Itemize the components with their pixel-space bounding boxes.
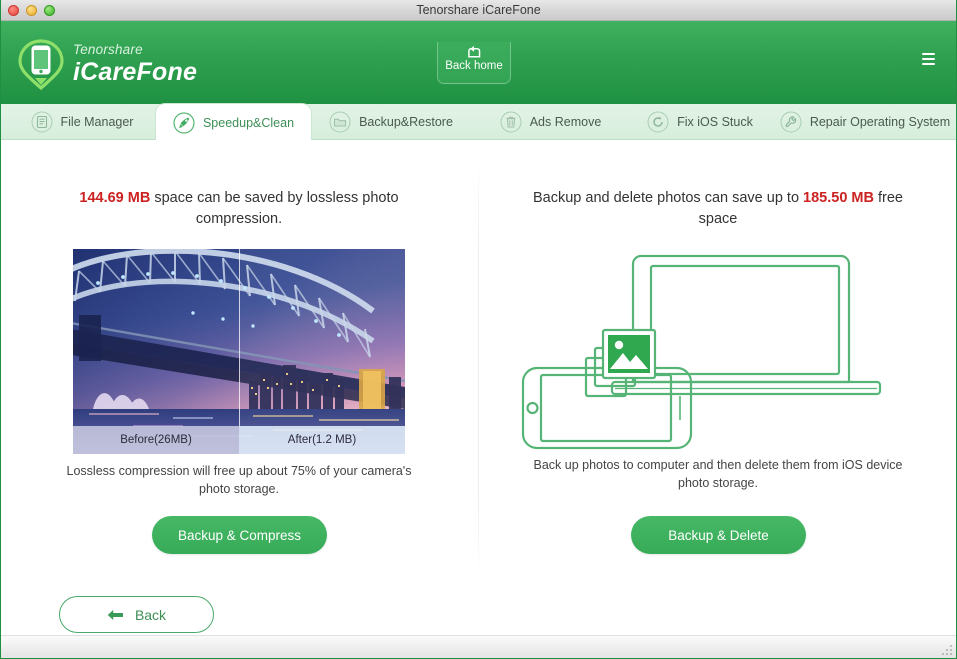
arrow-left-icon xyxy=(107,609,123,620)
back-home-button[interactable]: Back home xyxy=(437,42,511,84)
backup-delete-label: Backup & Delete xyxy=(668,527,769,543)
window-title: Tenorshare iCareFone xyxy=(416,3,541,17)
main-content: 144.69 MB space can be saved by lossless… xyxy=(0,140,957,635)
back-button-label: Back xyxy=(134,606,167,623)
backup-delete-button[interactable]: Backup & Delete xyxy=(631,516,806,554)
window-statusbar xyxy=(0,635,957,659)
folder-icon xyxy=(329,111,351,133)
hamburger-menu-icon[interactable] xyxy=(922,53,935,65)
backup-savings-value: 185.50 MB xyxy=(803,190,874,206)
compression-headline: 144.69 MB space can be saved by lossless… xyxy=(0,188,478,230)
brand-title: iCareFone xyxy=(73,58,198,87)
backup-compress-label: Backup & Compress xyxy=(177,527,302,543)
file-manager-icon xyxy=(31,111,53,133)
tab-ads-remove-label: Ads Remove xyxy=(529,115,602,129)
brand-logo-block: Tenorshare iCareFone xyxy=(18,38,197,90)
tab-speedup-clean-label: Speedup&Clean xyxy=(202,115,295,130)
transfer-illustration xyxy=(503,240,923,450)
compression-headline-rest: space can be saved by lossless photo com… xyxy=(150,190,399,227)
tab-backup-restore[interactable]: Backup&Restore xyxy=(311,104,471,140)
tab-speedup-clean[interactable]: Speedup&Clean xyxy=(156,104,311,141)
resize-grip-icon[interactable] xyxy=(940,644,954,656)
tab-file-manager[interactable]: File Manager xyxy=(8,104,156,140)
back-home-icon xyxy=(467,45,480,58)
backup-headline: Backup and delete photos can save up to … xyxy=(479,188,957,230)
photo-caption-bar: Before(26MB) After(1.2 MB) xyxy=(73,426,405,454)
caption-before: Before(26MB) xyxy=(73,426,239,454)
tab-repair-operating-system-label: Repair Operating System xyxy=(809,115,951,129)
back-home-label: Back home xyxy=(445,60,503,72)
tab-repair-operating-system[interactable]: Repair Operating System xyxy=(775,104,955,140)
before-after-photo: Before(26MB) After(1.2 MB) xyxy=(73,249,405,454)
trash-icon xyxy=(500,111,522,133)
backup-headline-pre: Backup and delete photos can save up to xyxy=(532,190,804,206)
refresh-icon xyxy=(647,111,669,133)
tab-backup-restore-label: Backup&Restore xyxy=(359,115,453,129)
tab-file-manager-label: File Manager xyxy=(60,115,134,129)
backup-compress-button[interactable]: Backup & Compress xyxy=(152,516,327,554)
icarefone-window: Tenorshare iCareFone Tenorshare iCareFon… xyxy=(0,0,957,659)
caption-after: After(1.2 MB) xyxy=(239,426,405,454)
tab-fix-ios-stuck[interactable]: Fix iOS Stuck xyxy=(630,104,770,140)
window-titlebar: Tenorshare iCareFone xyxy=(0,0,957,21)
wrench-icon xyxy=(780,111,802,133)
backup-subtext: Back up photos to computer and then dele… xyxy=(533,458,903,490)
compression-savings-value: 144.69 MB xyxy=(79,190,151,206)
rocket-clean-icon xyxy=(173,111,195,134)
compression-panel: 144.69 MB space can be saved by lossless… xyxy=(0,140,478,635)
phone-pin-logo-icon xyxy=(18,39,64,90)
app-header: Tenorshare iCareFone Back home xyxy=(0,21,957,104)
backup-delete-panel: Backup and delete photos can save up to … xyxy=(479,140,957,635)
brand-subtitle: Tenorshare xyxy=(73,41,143,57)
compression-subtext: Lossless compression will free up about … xyxy=(66,464,412,496)
tab-ads-remove[interactable]: Ads Remove xyxy=(478,104,623,140)
photo-split-line xyxy=(239,249,240,426)
back-button[interactable]: Back xyxy=(59,596,214,633)
tab-fix-ios-stuck-label: Fix iOS Stuck xyxy=(677,115,753,129)
phone-to-laptop-photo-transfer-icon xyxy=(521,254,882,450)
main-tabbar: File Manager Speedup&Clean Backup&Restor… xyxy=(0,104,957,141)
